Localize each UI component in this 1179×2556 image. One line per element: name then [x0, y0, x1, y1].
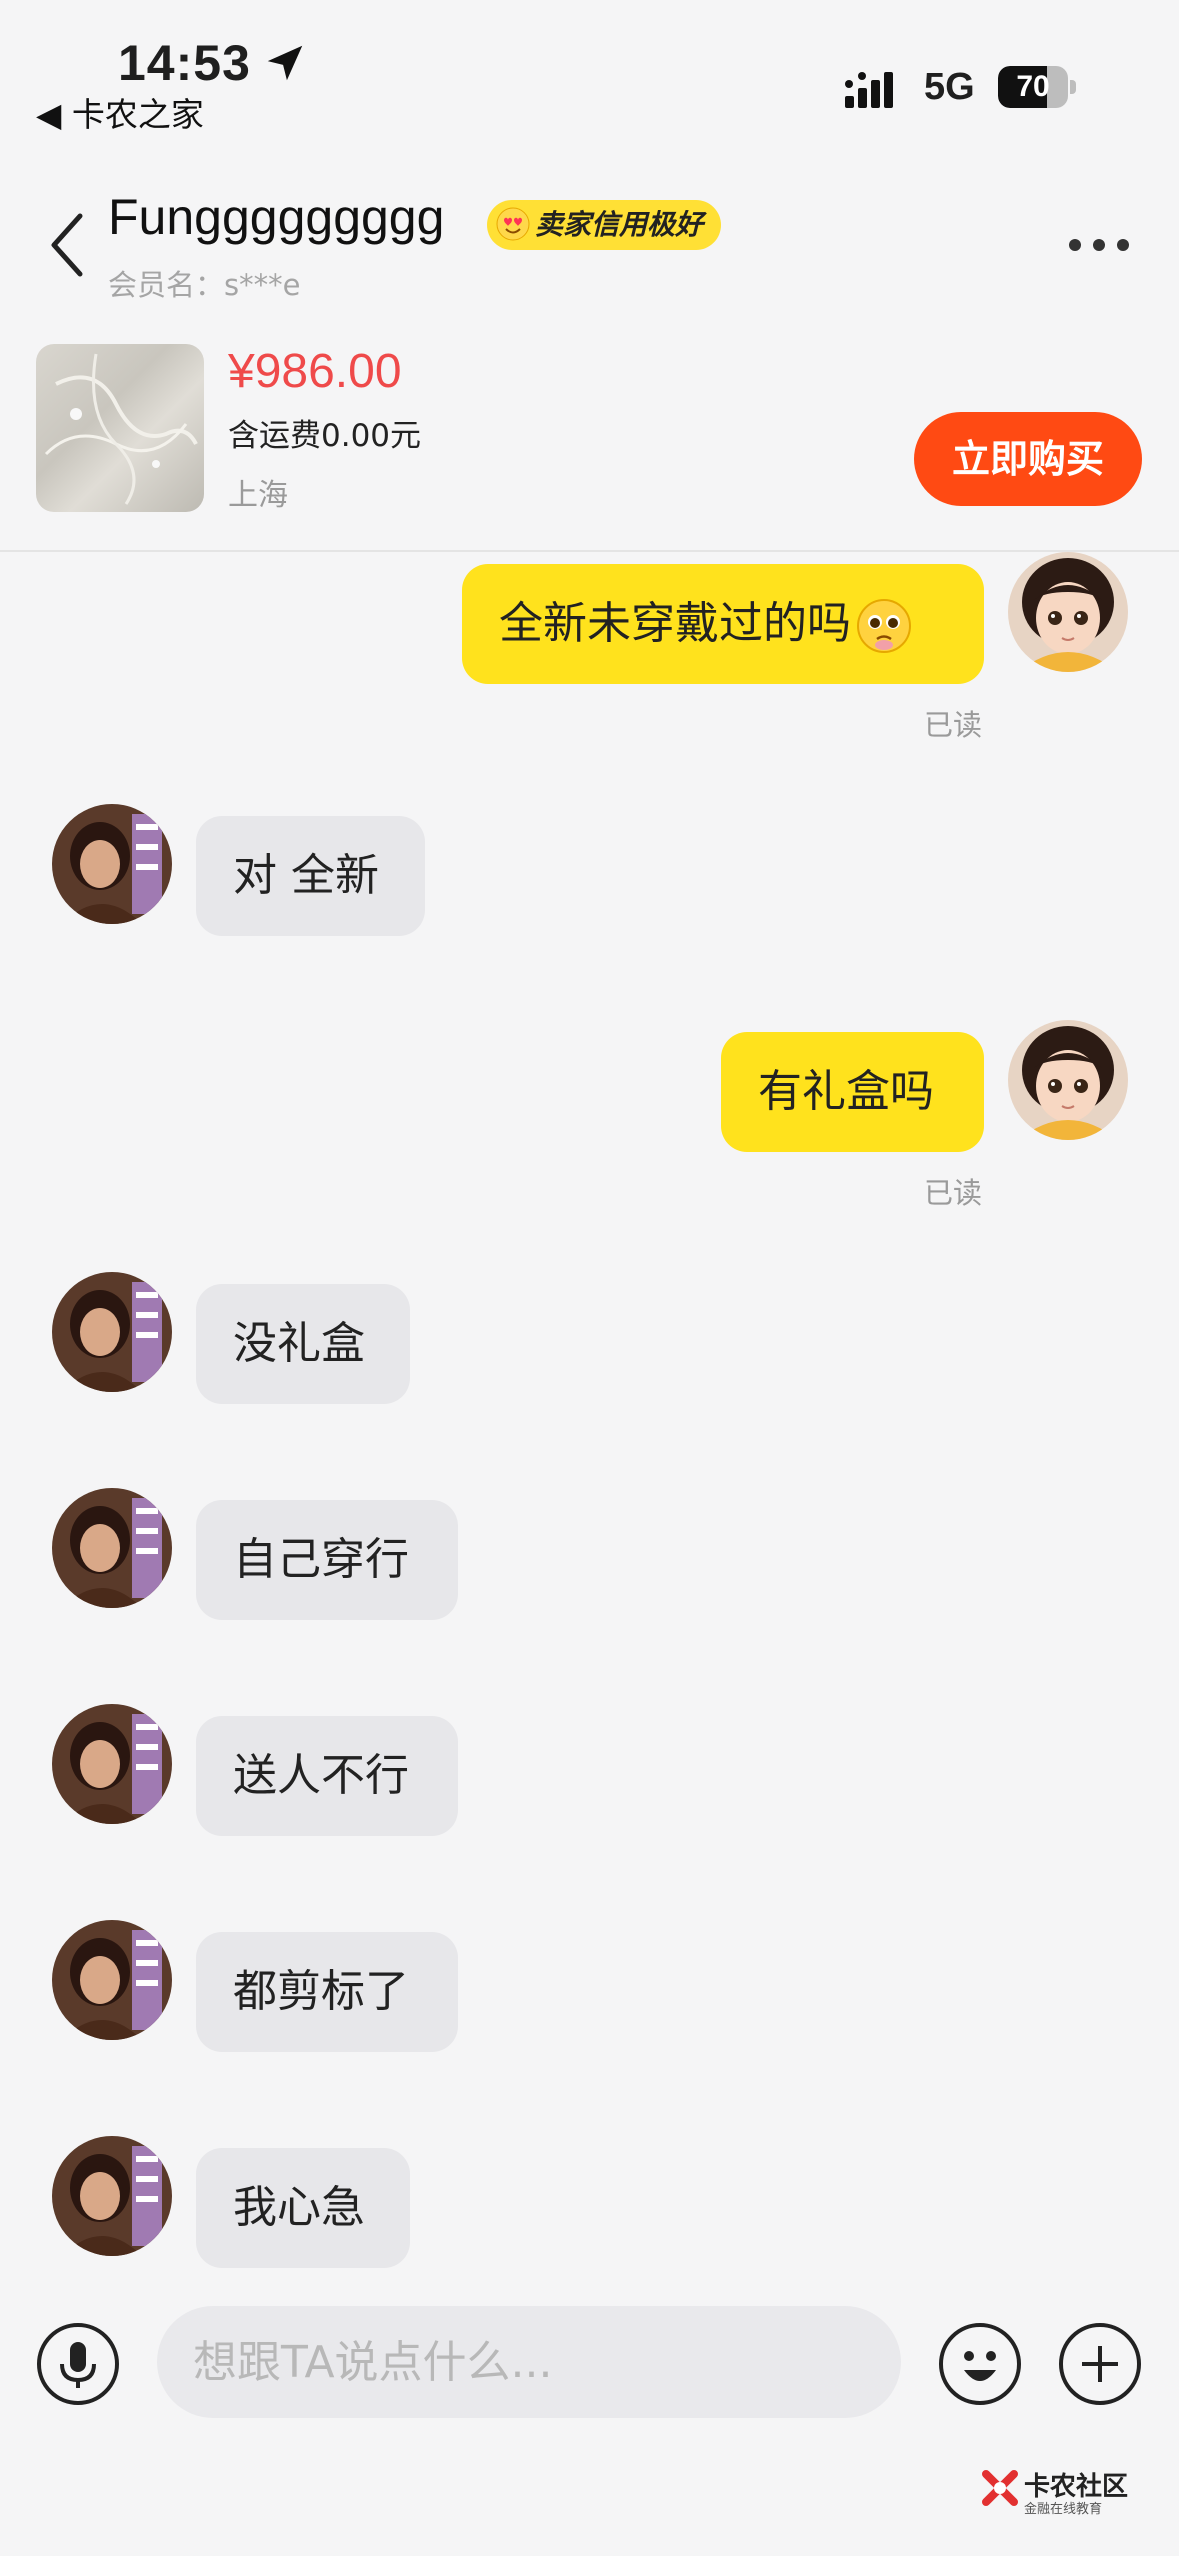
message-bubble-received[interactable]: 对 全新 — [196, 816, 425, 936]
message-bubble-sent[interactable]: 全新未穿戴过的吗 — [462, 564, 984, 684]
message-text: 送人不行 — [233, 1750, 409, 1801]
watermark-subtitle: 金融在线教育 — [1024, 2502, 1103, 2517]
message-bubble-received[interactable]: 没礼盒 — [196, 1284, 410, 1404]
microphone-icon[interactable] — [36, 2322, 120, 2406]
network-type: 5G — [924, 66, 975, 108]
seller-name[interactable]: Funggggggggg — [108, 188, 444, 246]
seller-avatar[interactable] — [52, 2136, 172, 2256]
location-arrow-icon — [267, 45, 303, 81]
message-input[interactable] — [157, 2306, 901, 2418]
seller-avatar[interactable] — [52, 804, 172, 924]
seller-avatar[interactable] — [52, 1272, 172, 1392]
back-chevron-icon[interactable] — [48, 210, 88, 280]
message-text: 没礼盒 — [233, 1318, 365, 1369]
message-text: 我心急 — [233, 2182, 365, 2233]
product-price: ¥986.00 — [228, 345, 402, 398]
read-receipt: 已读 — [924, 1176, 983, 1210]
seller-avatar[interactable] — [52, 1704, 172, 1824]
header-divider — [0, 550, 1179, 552]
my-avatar[interactable] — [1008, 552, 1128, 672]
member-label: 会员名： — [108, 268, 225, 302]
more-options-icon[interactable] — [1068, 238, 1130, 252]
message-bubble-sent[interactable]: 有礼盒吗 — [721, 1032, 984, 1152]
seller-avatar[interactable] — [52, 1488, 172, 1608]
add-icon[interactable] — [1058, 2322, 1142, 2406]
battery-percent: 70 — [1016, 70, 1050, 103]
credit-badge: 卖家信用极好 — [487, 200, 722, 250]
message-text: 都剪标了 — [233, 1966, 409, 2017]
member-value: s***e — [224, 268, 301, 302]
buy-now-button[interactable]: 立即购买 — [914, 412, 1142, 506]
credit-badge-label: 卖家信用极好 — [535, 208, 704, 241]
heart-eyes-icon — [496, 207, 530, 241]
message-bubble-received[interactable]: 送人不行 — [196, 1716, 458, 1836]
message-text: 对 全新 — [233, 850, 379, 901]
emoji-icon[interactable] — [938, 2322, 1022, 2406]
message-text: 全新未穿戴过的吗 — [499, 598, 851, 649]
message-text: 自己穿行 — [233, 1534, 409, 1585]
seller-avatar[interactable] — [52, 1920, 172, 2040]
product-thumbnail[interactable] — [36, 344, 204, 512]
message-text: 有礼盒吗 — [758, 1066, 934, 1117]
watermark: 卡农社区 金融在线教育 — [980, 2460, 1170, 2520]
my-avatar[interactable] — [1008, 1020, 1128, 1140]
product-location: 上海 — [228, 478, 288, 513]
message-bubble-received[interactable]: 自己穿行 — [196, 1500, 458, 1620]
battery-indicator: 70 — [998, 66, 1076, 108]
signal-icon — [845, 72, 893, 108]
message-bubble-received[interactable]: 我心急 — [196, 2148, 410, 2268]
back-to-app-link[interactable]: ◀ 卡农之家 — [36, 88, 204, 136]
pleading-face-icon — [857, 599, 911, 653]
status-time: 14:53 — [118, 35, 251, 91]
watermark-logo-icon — [982, 2470, 1018, 2506]
shipping-fee: 含运费0.00元 — [228, 418, 422, 454]
message-bubble-received[interactable]: 都剪标了 — [196, 1932, 458, 2052]
read-receipt: 已读 — [924, 708, 983, 742]
member-row: 会员名：s***e — [108, 262, 300, 304]
